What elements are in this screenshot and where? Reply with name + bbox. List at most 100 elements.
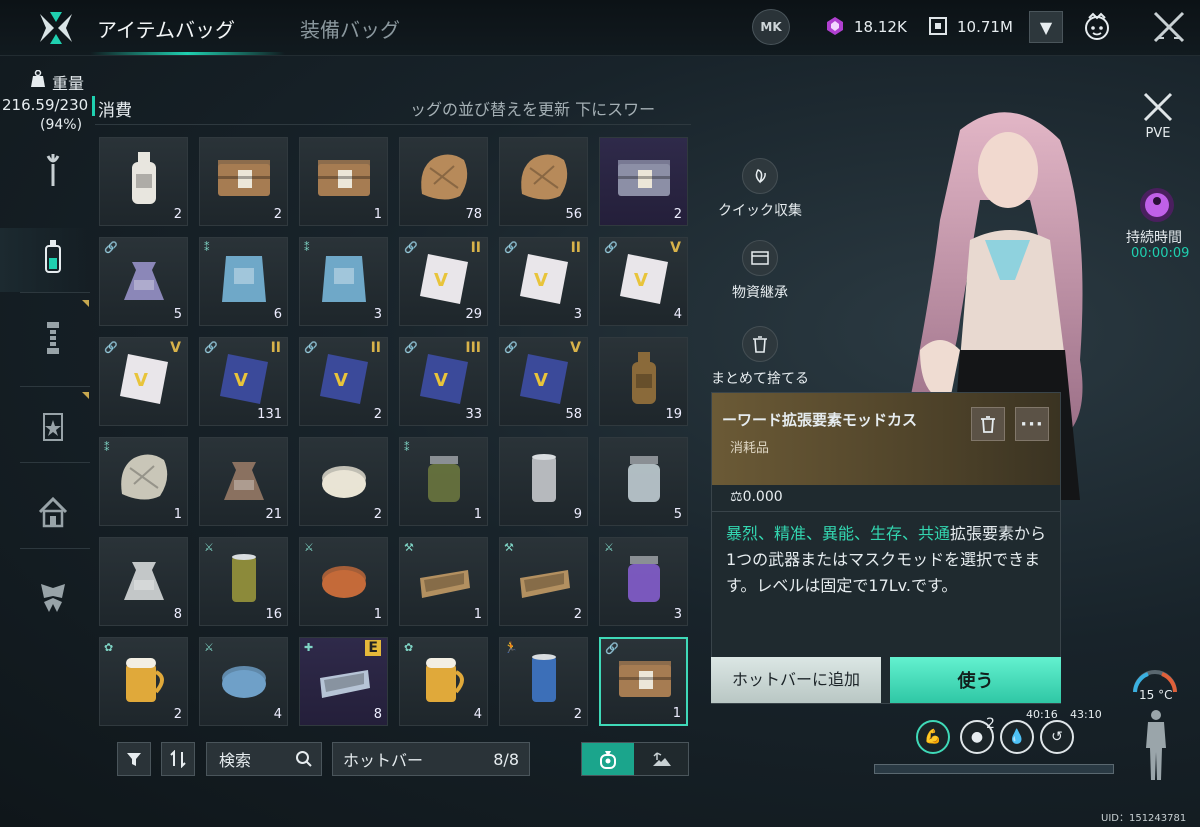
inventory-slot-purple-crate[interactable]: 2 xyxy=(599,137,688,226)
inventory-slot-metal-can[interactable]: 9 xyxy=(499,437,588,526)
milk-bottle-icon xyxy=(132,152,156,204)
inventory-slot-v2-card-II[interactable]: V 🔗 II 2 xyxy=(299,337,388,426)
filter-button[interactable] xyxy=(117,742,151,776)
tab-equipment-bag[interactable]: 装備バッグ xyxy=(300,14,400,43)
item-description: 暴烈、精准、異能、生存、共通拡張要素から1つの武器またはマスクモッドを選択できま… xyxy=(726,521,1056,599)
tab-item-bag[interactable]: アイテムバッグ xyxy=(97,14,235,43)
inventory-slot-blueprint-pack-IV[interactable]: ⁑ 3 xyxy=(299,237,388,326)
inventory-slot-cocktail-glass[interactable]: ⚔ 3 xyxy=(599,537,688,626)
inventory-slot-v1-card-V[interactable]: V 🔗 V 4 xyxy=(599,237,688,326)
inventory-slot-v2-card-III[interactable]: V 🔗 III 33 xyxy=(399,337,488,426)
sidebar-item-special[interactable] xyxy=(38,406,68,446)
inventory-slot-milk-bottle[interactable]: 2 xyxy=(99,137,188,226)
more-options-button[interactable]: ··· xyxy=(1015,407,1049,441)
weight-label: 重量 xyxy=(52,74,85,93)
cocktail-glass-icon xyxy=(628,556,660,602)
item-tag-icon: ⁑ xyxy=(104,441,110,454)
inventory-slot-water-pouch[interactable]: 8 xyxy=(99,537,188,626)
quick-collect-button[interactable]: クイック収集 xyxy=(700,158,820,220)
svg-text:V: V xyxy=(334,370,348,391)
inventory-slot-soda-bottle[interactable]: 19 xyxy=(599,337,688,426)
inventory-slot-pickle-jar[interactable]: ⁑ 1 xyxy=(399,437,488,526)
mk-icon[interactable]: MK xyxy=(752,9,790,45)
chevron-down-icon[interactable]: ▼ xyxy=(1029,11,1063,43)
uid-label: UID：151243781 xyxy=(1101,813,1187,824)
inventory-slot-wooden-crate[interactable]: 1 xyxy=(299,137,388,226)
inventory-slot-grilled-skewers[interactable]: ⚔ 1 xyxy=(299,537,388,626)
item-tag-icon: 🏃 xyxy=(504,641,518,654)
item-tag-icon: ⚔ xyxy=(204,541,214,554)
scene-view-toggle[interactable] xyxy=(636,743,688,775)
inventory-slot-open-can[interactable]: ⚔ 16 xyxy=(199,537,288,626)
inventory-slot-glass-water[interactable]: 5 xyxy=(599,437,688,526)
inventory-slot-blue-cake[interactable]: ⚔ 4 xyxy=(199,637,288,726)
body-status-icon[interactable] xyxy=(1144,708,1168,782)
inventory-slot-spam-can[interactable]: ✚ E 8 xyxy=(299,637,388,726)
inventory-slot-selected-crate[interactable]: 🔗 1 xyxy=(599,637,688,726)
inherit-materials-button[interactable]: 物資継承 xyxy=(700,240,820,302)
inventory-slot-sardine-tin[interactable]: ⚒ 1 xyxy=(399,537,488,626)
sidebar-item-materials[interactable] xyxy=(38,318,68,358)
inventory-slot-v1-card-II[interactable]: V 🔗 II 29 xyxy=(399,237,488,326)
skill-slot-arm[interactable]: 💪 xyxy=(916,720,950,754)
sort-button[interactable] xyxy=(161,742,195,776)
inventory-slot-power-drink[interactable]: 🏃 2 xyxy=(499,637,588,726)
item-count: 1 xyxy=(373,607,382,622)
inventory-slot-blueprint-pack-I[interactable]: ⁑ 6 xyxy=(199,237,288,326)
inventory-slot-v2-card-V[interactable]: V 🔗 V 58 xyxy=(499,337,588,426)
item-grade: E xyxy=(365,640,381,656)
item-count: 5 xyxy=(173,307,182,322)
inventory-slot-v1-card-II[interactable]: V 🔗 II 3 xyxy=(499,237,588,326)
inventory-slot-v1-card-V[interactable]: V 🔗 V xyxy=(99,337,188,426)
sidebar-item-mods[interactable] xyxy=(38,578,68,618)
bulk-discard-button[interactable]: まとめて捨てる xyxy=(700,326,820,388)
search-input[interactable]: 検索 xyxy=(206,742,322,776)
game-logo-icon[interactable] xyxy=(36,8,76,48)
item-count: 29 xyxy=(465,307,482,322)
beer-mug-icon xyxy=(126,658,164,702)
wrench-icon xyxy=(46,154,60,186)
inventory-slot-gift-bag[interactable]: 🔗 5 xyxy=(99,237,188,326)
inventory-slot-beer-mug[interactable]: ✿ 4 xyxy=(399,637,488,726)
inventory-slot-animal-hide[interactable]: 56 xyxy=(499,137,588,226)
skill-slot-recycle[interactable]: ↺ xyxy=(1040,720,1074,754)
inventory-slot-beer-mug[interactable]: ✿ 2 xyxy=(99,637,188,726)
item-count: 3 xyxy=(573,307,582,322)
inventory-slot-cheese[interactable]: 2 xyxy=(299,437,388,526)
svg-text:V: V xyxy=(134,370,148,391)
skill-timer-1: 40:16 xyxy=(1026,708,1058,721)
category-indicator xyxy=(92,96,95,116)
close-icon[interactable] xyxy=(1152,10,1186,44)
use-button[interactable]: 使う xyxy=(890,657,1061,703)
sidebar-item-consumables[interactable] xyxy=(38,236,68,276)
item-tag-icon: ⁑ xyxy=(304,241,310,254)
soda-bottle-icon xyxy=(632,352,656,404)
item-count: 6 xyxy=(273,307,282,322)
inventory-slot-sardine-tin[interactable]: ⚒ 2 xyxy=(499,537,588,626)
bag-view-toggle[interactable] xyxy=(582,743,634,775)
item-grade: V xyxy=(570,340,581,356)
add-to-hotbar-button[interactable]: ホットバーに追加 xyxy=(711,657,881,703)
skill-slot-water[interactable]: 💧 xyxy=(1000,720,1034,754)
sidebar-item-tools[interactable] xyxy=(38,150,68,190)
inventory-slot-v2-card-II[interactable]: V 🔗 II 131 xyxy=(199,337,288,426)
butterfly-icon xyxy=(41,584,65,612)
pickle-jar-icon xyxy=(428,456,460,502)
blueprint-pack-I-icon xyxy=(222,256,266,302)
weight-small-icon: ⚖ xyxy=(730,489,743,505)
item-count: 2 xyxy=(673,207,682,222)
wooden-crate-icon xyxy=(218,160,270,196)
discard-item-button[interactable] xyxy=(971,407,1005,441)
view-toggle xyxy=(581,742,689,776)
water-pouch-icon xyxy=(124,562,164,600)
inventory-slot-animal-hide[interactable]: 78 xyxy=(399,137,488,226)
skill-count: 2 xyxy=(986,716,995,732)
bulk-discard-label: まとめて捨てる xyxy=(711,371,809,387)
sidebar-item-home[interactable] xyxy=(38,492,68,532)
hotbar-button[interactable]: ホットバー 8/8 xyxy=(332,742,530,776)
pve-indicator[interactable]: PVE xyxy=(1138,92,1178,141)
inventory-slot-wooden-crate[interactable]: 2 xyxy=(199,137,288,226)
character-face-icon[interactable] xyxy=(1084,12,1110,42)
inventory-slot-map-paper[interactable]: ⁑ 1 xyxy=(99,437,188,526)
inventory-slot-grain-sack[interactable]: 21 xyxy=(199,437,288,526)
